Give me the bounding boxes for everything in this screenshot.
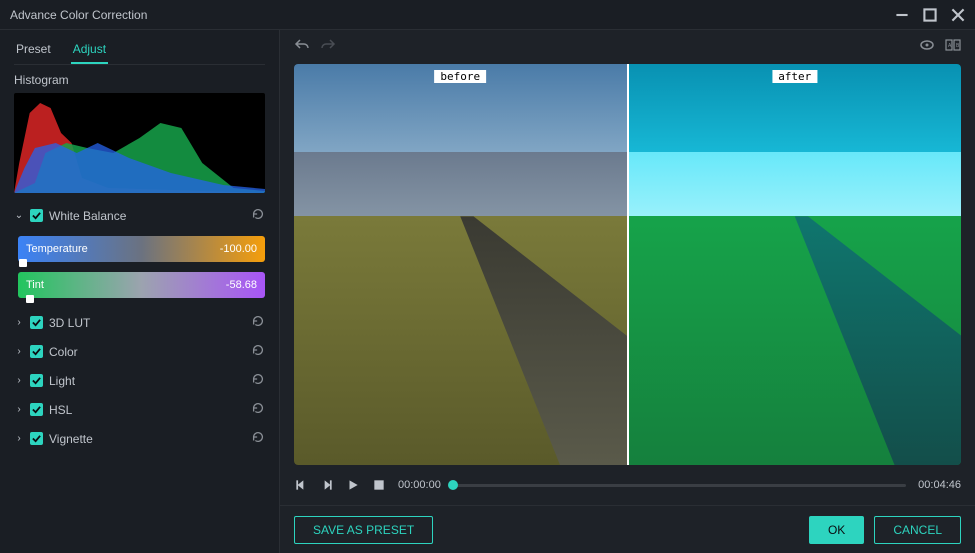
group-3d-lut[interactable]: › 3D LUT <box>14 308 265 337</box>
group-label: Color <box>49 345 78 359</box>
histogram-display <box>14 93 265 193</box>
reset-icon[interactable] <box>251 314 265 331</box>
undo-button[interactable] <box>294 37 310 53</box>
reset-icon[interactable] <box>251 401 265 418</box>
slider-value: -58.68 <box>226 279 257 291</box>
reset-icon[interactable] <box>251 343 265 360</box>
chevron-right-icon: › <box>14 375 24 386</box>
section-histogram: Histogram <box>14 73 265 87</box>
checkbox-3d-lut[interactable] <box>30 316 43 329</box>
compare-icon[interactable]: AB <box>945 37 961 53</box>
prev-frame-button[interactable] <box>294 478 308 492</box>
toggle-preview-icon[interactable] <box>919 37 935 53</box>
preview-after: after <box>627 64 962 465</box>
window-buttons <box>895 8 965 22</box>
preview-toolbar: AB <box>280 30 975 60</box>
stop-button[interactable] <box>372 478 386 492</box>
titlebar: Advance Color Correction <box>0 0 975 30</box>
redo-button[interactable] <box>320 37 336 53</box>
preview-before: before <box>294 64 627 465</box>
slider-label: Tint <box>26 279 44 291</box>
chevron-right-icon: › <box>14 433 24 444</box>
minimize-button[interactable] <box>895 8 909 22</box>
tab-preset[interactable]: Preset <box>14 38 53 64</box>
group-label: 3D LUT <box>49 316 90 330</box>
badge-before: before <box>434 70 486 83</box>
ok-button[interactable]: OK <box>809 516 864 544</box>
group-vignette[interactable]: › Vignette <box>14 424 265 453</box>
badge-after: after <box>772 70 817 83</box>
time-total: 00:04:46 <box>918 479 961 491</box>
preview-panel: before after <box>294 64 961 465</box>
slider-temperature[interactable]: Temperature -100.00 <box>18 236 265 262</box>
save-as-preset-button[interactable]: SAVE AS PRESET <box>294 516 433 544</box>
group-label: HSL <box>49 403 72 417</box>
chevron-right-icon: › <box>14 404 24 415</box>
checkbox-hsl[interactable] <box>30 403 43 416</box>
maximize-button[interactable] <box>923 8 937 22</box>
slider-value: -100.00 <box>220 243 257 255</box>
progress-thumb[interactable] <box>448 480 458 490</box>
sidebar: Preset Adjust Histogram ⌄ White Balance … <box>0 30 280 553</box>
group-light[interactable]: › Light <box>14 366 265 395</box>
slider-thumb[interactable] <box>19 259 27 267</box>
cancel-button[interactable]: CANCEL <box>874 516 961 544</box>
window-title: Advance Color Correction <box>10 8 147 22</box>
group-label: Light <box>49 374 75 388</box>
group-color[interactable]: › Color <box>14 337 265 366</box>
slider-tint[interactable]: Tint -58.68 <box>18 272 265 298</box>
playback-bar: 00:00:00 00:04:46 <box>280 465 975 505</box>
slider-thumb[interactable] <box>26 295 34 303</box>
slider-label: Temperature <box>26 243 88 255</box>
reset-icon[interactable] <box>251 430 265 447</box>
close-button[interactable] <box>951 8 965 22</box>
reset-icon[interactable] <box>251 372 265 389</box>
group-white-balance[interactable]: ⌄ White Balance <box>14 201 265 230</box>
time-current: 00:00:00 <box>398 479 441 491</box>
chevron-right-icon: › <box>14 317 24 328</box>
tab-adjust[interactable]: Adjust <box>71 38 108 64</box>
content-area: AB before after 00:00:00 00:04:46 SAVE A… <box>280 30 975 553</box>
chevron-down-icon: ⌄ <box>14 210 24 221</box>
chevron-right-icon: › <box>14 346 24 357</box>
footer: SAVE AS PRESET OK CANCEL <box>280 505 975 553</box>
group-hsl[interactable]: › HSL <box>14 395 265 424</box>
checkbox-white-balance[interactable] <box>30 209 43 222</box>
group-label: Vignette <box>49 432 93 446</box>
checkbox-vignette[interactable] <box>30 432 43 445</box>
play-button[interactable] <box>346 478 360 492</box>
checkbox-color[interactable] <box>30 345 43 358</box>
progress-bar[interactable] <box>453 484 906 487</box>
sidebar-tabs: Preset Adjust <box>14 38 265 65</box>
next-frame-button[interactable] <box>320 478 334 492</box>
group-label: White Balance <box>49 209 126 223</box>
checkbox-light[interactable] <box>30 374 43 387</box>
reset-icon[interactable] <box>251 207 265 224</box>
